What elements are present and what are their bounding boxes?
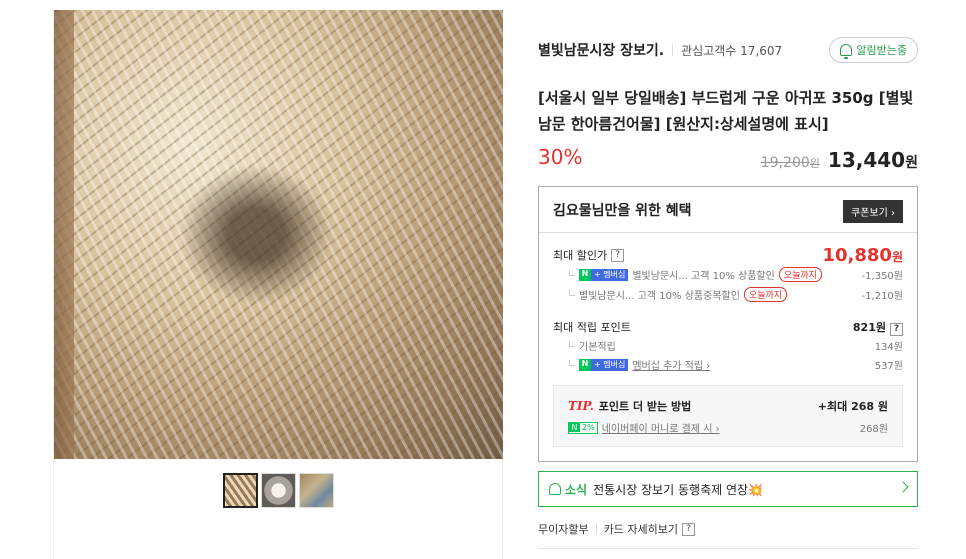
bell-icon [840,44,853,59]
today-only-tag: 오늘까지 [743,287,788,302]
divider [672,44,674,56]
coupon-button[interactable]: 쿠폰보기 › [843,200,903,223]
naverpay-line: N 2% 네이버페이 머니로 결제 시 › [568,420,720,435]
photo-background-wood [54,10,74,459]
today-only-tag: 오늘까지 [778,267,822,282]
notify-label: 알림받는중 [856,44,907,57]
sale-price: 13,440원 [827,148,918,172]
max-points-row: 최대 적립 포인트 821원? [553,319,903,336]
thumbnail-2[interactable] [261,473,296,508]
notify-button[interactable]: 알림받는중 [829,37,918,63]
bell-icon [549,483,561,495]
tree-connector [569,269,575,276]
tip-max-points: +최대 268 원 [817,400,888,413]
followers-count: 관심고객수 17,607 [681,43,783,58]
news-bar[interactable]: 소식 전통시장 장보기 동행축제 연장💥 [538,471,918,507]
point-row-2: N + 멤버십 멤버십 추가 적립 › 537원 [553,357,903,372]
card-detail-link[interactable]: 카드 자세히보기 [604,521,678,537]
benefit-title: 김요물님만을 위한 혜택 [553,202,692,219]
installment-link[interactable]: 무이자할부 [538,521,589,537]
chevron-right-icon [897,481,909,493]
point-text: 기본적립 [579,342,616,353]
max-discount-label: 최대 할인가 [553,249,608,262]
store-row: 별빛남문시장 장보기. 관심고객수 17,607 알림받는중 [538,37,918,63]
news-text: 전통시장 장보기 동행축제 연장💥 [593,482,763,497]
thumbnail-3[interactable] [299,473,334,508]
discount-amount: -1,210원 [861,291,903,302]
benefit-box: 김요물님만을 위한 혜택 쿠폰보기 › 최대 할인가 ? 10,880원 N + … [538,186,918,462]
tip-text: 포인트 더 받는 방법 [598,400,692,413]
point-amount: 537원 [874,361,903,372]
thumbnail-1[interactable] [223,473,258,508]
max-discount-row: 최대 할인가 ? 10,880원 [553,244,903,266]
max-discount-value: 10,880원 [822,244,903,266]
max-points-label: 최대 적립 포인트 [553,321,631,334]
discount-rate: 30% [538,145,583,169]
news-label: 소식 [565,482,588,497]
benefit-header: 김요물님만을 위한 혜택 쿠폰보기 › [539,187,917,233]
help-icon[interactable]: ? [611,248,625,262]
naverpay-badge: N 2% [568,421,598,434]
tree-connector [569,289,575,296]
discount-amount: -1,350원 [861,271,903,282]
discount-row-1: N + 멤버십 별빛남문시... 고객 10% 상품할인 오늘까지 -1,350원 [553,267,903,282]
thumbnail-strip [223,473,334,508]
discount-text: 별빛남문시... 고객 10% 상품중복할인 [579,291,740,302]
tree-connector [569,359,575,366]
tip-line: TIP. 포인트 더 받는 방법 [568,398,691,414]
membership-badge: N + 멤버십 [579,268,629,281]
product-title: [서울시 일부 당일배송] 부드럽게 구운 아귀포 350g [별빛남문 한아름… [538,89,914,133]
point-row-1: 기본적립 134원 [553,338,903,353]
tip-label: TIP. [568,399,594,413]
divider [538,548,918,549]
payment-links: 무이자할부 카드 자세히보기 ? [538,521,695,537]
divider [595,524,597,534]
product-info: 별빛남문시장 장보기. 관심고객수 17,607 알림받는중 [서울시 일부 당… [538,0,918,559]
membership-badge: N + 멤버십 [579,358,629,371]
tip-box: TIP. 포인트 더 받는 방법 +최대 268 원 N 2% 네이버페이 머니로… [553,385,903,447]
max-points-value: 821원? [853,319,903,336]
naverpay-amount: 268원 [859,424,888,435]
membership-link[interactable]: 멤버십 추가 적립 › [632,357,710,372]
tree-connector [569,340,575,347]
discount-row-2: 별빛남문시... 고객 10% 상품중복할인 오늘까지 -1,210원 [553,287,903,302]
main-product-image[interactable] [54,10,503,459]
original-price: 19,200원 [760,155,820,171]
product-gallery [53,10,503,559]
naverpay-link[interactable]: 네이버페이 머니로 결제 시 › [602,420,720,435]
point-amount: 134원 [874,342,903,353]
discount-text: 별빛남문시... 고객 10% 상품할인 [632,271,775,282]
price-row: 19,200원 13,440원 [761,148,918,172]
help-icon[interactable]: ? [890,322,903,336]
help-icon[interactable]: ? [681,522,695,536]
store-name[interactable]: 별빛남문시장 장보기. [538,40,664,60]
